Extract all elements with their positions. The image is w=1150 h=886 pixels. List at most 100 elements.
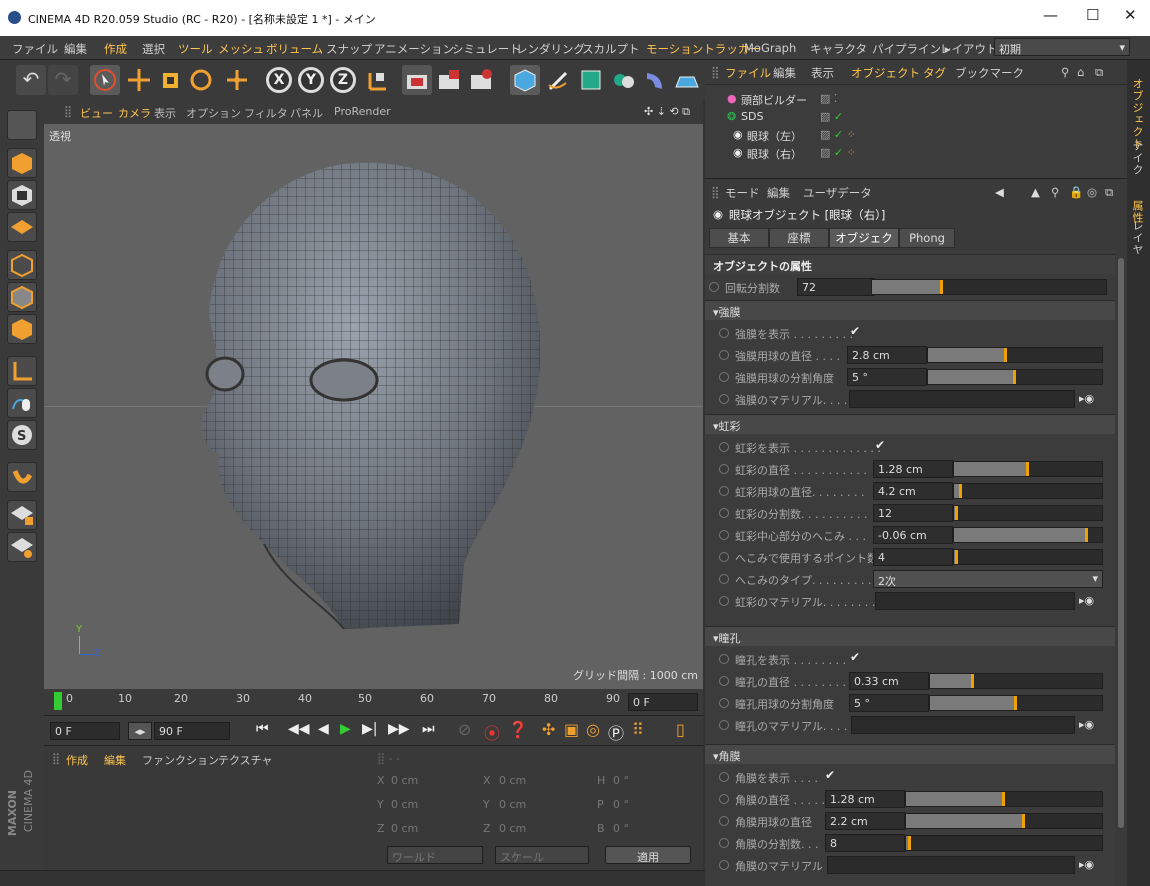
rotation-b-field[interactable]: 0 °: [613, 822, 629, 835]
section-cornea[interactable]: ▾角膜: [705, 744, 1115, 764]
pupil-material-field[interactable]: [851, 716, 1075, 734]
magnet-icon[interactable]: [7, 462, 37, 492]
slider-handle[interactable]: [1002, 792, 1005, 806]
animate-radio[interactable]: [719, 574, 729, 584]
close-button[interactable]: ✕: [1124, 6, 1137, 24]
animate-radio[interactable]: [719, 676, 729, 686]
go-to-start-icon[interactable]: ⏮: [256, 721, 269, 737]
checkmark-icon[interactable]: ✔: [850, 650, 860, 664]
size-y-field[interactable]: 0 cm: [499, 798, 526, 811]
timeline-window-icon[interactable]: ▯: [676, 720, 685, 739]
rotation-p-field[interactable]: 0 °: [613, 798, 629, 811]
record-keys-icon[interactable]: ⊘: [458, 720, 471, 739]
viewport-menu-panel[interactable]: パネル: [290, 105, 323, 121]
new-window-icon[interactable]: ⧉: [1105, 185, 1113, 200]
rotate-icon[interactable]: [186, 65, 216, 95]
pupil-diameter-slider[interactable]: [929, 673, 1103, 689]
minimize-button[interactable]: —: [1043, 6, 1058, 24]
play-backward-icon[interactable]: ◀: [318, 721, 329, 737]
cornea-material-field[interactable]: [827, 856, 1075, 874]
iris-diameter-field[interactable]: 1.28 cm: [873, 460, 953, 478]
previous-key-icon[interactable]: ◀◀: [288, 721, 310, 737]
iris-dent-slider[interactable]: [953, 527, 1103, 543]
section-iris[interactable]: ▾虹彩: [705, 414, 1115, 434]
slider-handle[interactable]: [1085, 528, 1089, 542]
subdivision-surface-icon[interactable]: [576, 65, 606, 95]
menu-animation[interactable]: アニメーション: [374, 41, 454, 57]
menu-edit[interactable]: 編集: [64, 41, 87, 57]
menu-character[interactable]: キャラクタ: [810, 41, 867, 57]
viewport-menu-options[interactable]: オプション: [186, 105, 241, 121]
slider-handle[interactable]: [907, 836, 911, 850]
animate-radio[interactable]: [719, 698, 729, 708]
iris-points-slider[interactable]: [953, 549, 1103, 565]
animate-radio[interactable]: [719, 772, 729, 782]
new-window-icon[interactable]: ⧉: [1095, 65, 1103, 80]
search-icon[interactable]: ⚲: [1051, 185, 1059, 199]
menu-pipeline[interactable]: パイプライン ▸: [872, 41, 950, 57]
cube-icon[interactable]: [510, 65, 540, 95]
model-mode-icon[interactable]: [7, 148, 37, 178]
material-picker-icon[interactable]: ▸◉: [1079, 392, 1094, 405]
object-row[interactable]: ❂ SDS ▨ ✓: [705, 109, 1127, 126]
object-row[interactable]: ◉ 眼球（左） ▨ ✓ ⁘: [705, 127, 1127, 144]
tab-phong[interactable]: Phong: [899, 228, 955, 248]
section-pupil[interactable]: ▾瞳孔: [705, 626, 1115, 646]
next-key-icon[interactable]: ▶▶: [388, 721, 410, 737]
object-menu-file[interactable]: ファイル: [725, 65, 771, 81]
polygons-mode-icon[interactable]: [7, 314, 37, 344]
animate-radio[interactable]: [719, 654, 729, 664]
animate-radio[interactable]: [719, 328, 729, 338]
go-to-end-icon[interactable]: ⏭: [422, 721, 435, 737]
menu-volume[interactable]: ボリューム: [266, 41, 323, 57]
axis-mode-icon[interactable]: [7, 356, 37, 386]
iris-type-select[interactable]: 2次 ▾: [873, 570, 1103, 588]
menu-mograph[interactable]: MoGraph: [744, 41, 796, 55]
layout-select[interactable]: 初期 ▾: [994, 38, 1130, 56]
attr-menu-userdata[interactable]: ユーザデータ: [803, 185, 872, 201]
animate-radio[interactable]: [719, 486, 729, 496]
animate-radio[interactable]: [719, 394, 729, 404]
key-rotation-icon[interactable]: ◎: [586, 720, 600, 739]
slider-handle[interactable]: [1013, 370, 1016, 384]
animate-radio[interactable]: [719, 720, 729, 730]
render-settings-icon[interactable]: [466, 65, 496, 95]
attr-menu-mode[interactable]: モード: [725, 185, 760, 201]
material-menu-texture[interactable]: テクスチャ: [218, 752, 273, 768]
checkmark-icon[interactable]: ✔: [825, 768, 835, 782]
animate-radio[interactable]: [719, 442, 729, 452]
iris-sphere-field[interactable]: 4.2 cm: [873, 482, 953, 500]
next-frame-icon[interactable]: ▶|: [362, 721, 377, 737]
size-x-field[interactable]: 0 cm: [499, 774, 526, 787]
animate-radio[interactable]: [719, 838, 729, 848]
animate-radio[interactable]: [719, 596, 729, 606]
object-menu-bookmarks[interactable]: ブックマーク: [955, 65, 1024, 81]
end-frame-field[interactable]: 90 F: [154, 722, 230, 740]
material-menu-function[interactable]: ファンクション: [142, 752, 219, 768]
tab-object[interactable]: オブジェクト: [829, 228, 899, 263]
attr-menu-edit[interactable]: 編集: [767, 185, 790, 201]
iris-sphere-slider[interactable]: [953, 483, 1103, 499]
rotation-segments-slider[interactable]: [871, 279, 1107, 295]
transform-icon[interactable]: [222, 65, 252, 95]
sclera-material-field[interactable]: [849, 390, 1075, 408]
object-menu-edit[interactable]: 編集: [773, 65, 796, 81]
menu-snap[interactable]: スナップ: [326, 41, 372, 57]
auto-keying-icon[interactable]: ⦿: [484, 720, 500, 744]
object-row[interactable]: ◉ 眼球（右） ▨ ✓ ⁘: [705, 145, 1127, 162]
iris-material-field[interactable]: [875, 592, 1075, 610]
tab-layers[interactable]: レイヤ: [1129, 220, 1145, 256]
rotation-segments-field[interactable]: 72: [797, 278, 875, 296]
slider-handle[interactable]: [954, 550, 958, 564]
redo-icon[interactable]: ↷: [48, 65, 78, 95]
pupil-angle-field[interactable]: 5 °: [849, 694, 929, 712]
animate-radio[interactable]: [719, 816, 729, 826]
sclera-diameter-slider[interactable]: [927, 347, 1103, 363]
start-frame-field[interactable]: 0 F: [50, 722, 120, 740]
scale-icon[interactable]: [156, 65, 186, 95]
key-selection-icon[interactable]: ❓: [508, 720, 528, 739]
slider-handle[interactable]: [971, 674, 974, 688]
x-axis-lock-icon[interactable]: X: [266, 67, 292, 93]
render-view-icon[interactable]: [402, 65, 432, 95]
tab-coordinates[interactable]: 座標: [769, 228, 829, 248]
